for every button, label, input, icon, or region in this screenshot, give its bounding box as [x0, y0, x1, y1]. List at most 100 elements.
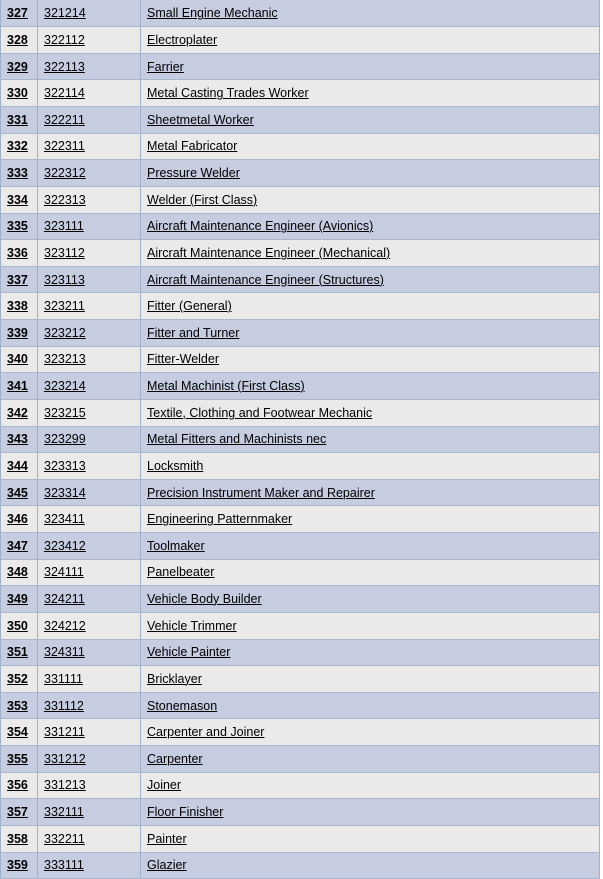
table-row[interactable]: 333 322312 Pressure Welder	[0, 159, 600, 187]
occupation-code-cell-text: 323213	[44, 352, 86, 367]
table-row[interactable]: 330 322114 Metal Casting Trades Worker	[0, 79, 600, 107]
occupation-code-cell-text: 321214	[44, 6, 86, 21]
occupation-title-cell: Sheetmetal Worker	[140, 106, 600, 134]
occupation-title-cell-text: Carpenter and Joiner	[147, 725, 265, 740]
occupation-title-cell-text: Bricklayer	[147, 671, 202, 686]
occupation-title-cell: Stonemason	[140, 692, 600, 720]
occupation-code-cell: 322114	[37, 79, 141, 107]
occupation-code-cell-text: 322211	[44, 112, 85, 127]
table-row[interactable]: 350 324212 Vehicle Trimmer	[0, 612, 600, 640]
occupation-title-cell-text: Textile, Clothing and Footwear Mechanic	[147, 405, 373, 420]
occupation-title-cell: Vehicle Painter	[140, 639, 600, 667]
occupation-code-cell: 332211	[37, 825, 141, 853]
occupation-code-cell-text: 322112	[44, 32, 85, 47]
occupation-title-cell: Small Engine Mechanic	[140, 0, 600, 28]
table-row[interactable]: 353 331112 Stonemason	[0, 692, 600, 720]
occupation-code-cell-text: 324212	[44, 618, 86, 633]
table-row[interactable]: 334 322313 Welder (First Class)	[0, 186, 600, 214]
table-row[interactable]: 339 323212 Fitter and Turner	[0, 319, 600, 347]
row-index-cell: 353	[0, 692, 38, 720]
occupation-title-cell: Aircraft Maintenance Engineer (Structure…	[140, 266, 600, 294]
table-row[interactable]: 344 323313 Locksmith	[0, 452, 600, 480]
table-row[interactable]: 343 323299 Metal Fitters and Machinists ne…	[0, 426, 600, 454]
row-index-cell-text: 332	[7, 139, 28, 154]
occupation-code-cell: 324212	[37, 612, 141, 640]
row-index-cell-text: 336	[7, 245, 28, 260]
occupation-title-cell: Panelbeater	[140, 559, 600, 587]
occupation-title-cell: Toolmaker	[140, 532, 600, 560]
table-row[interactable]: 335 323111 Aircraft Maintenance Engineer (…	[0, 213, 600, 241]
row-index-cell-text: 338	[7, 299, 28, 314]
table-row[interactable]: 352 331111 Bricklayer	[0, 665, 600, 693]
occupation-code-cell: 323412	[37, 532, 141, 560]
table-row[interactable]: 348 324111 Panelbeater	[0, 559, 600, 587]
occupation-title-cell-text: Precision Instrument Maker and Repairer	[147, 485, 375, 500]
table-row[interactable]: 328 322112 Electroplater	[0, 26, 600, 54]
row-index-cell-text: 339	[7, 325, 28, 340]
table-row[interactable]: 341 323214 Metal Machinist (First Class)	[0, 372, 600, 400]
occupation-code-cell-text: 323314	[44, 485, 86, 500]
occupation-code-cell-text: 331112	[44, 698, 84, 713]
row-index-cell: 334	[0, 186, 38, 214]
occupation-code-cell: 322113	[37, 53, 141, 81]
row-index-cell-text: 352	[7, 671, 28, 686]
row-index-cell: 356	[0, 772, 38, 800]
table-row[interactable]: 346 323411 Engineering Patternmaker	[0, 505, 600, 533]
table-row[interactable]: 345 323314 Precision Instrument Maker and …	[0, 479, 600, 507]
table-row[interactable]: 359 333111 Glazier	[0, 852, 600, 879]
occupation-title-cell: Pressure Welder	[140, 159, 600, 187]
occupation-code-cell: 323211	[37, 292, 141, 320]
occupation-code-cell: 324111	[37, 559, 141, 587]
occupation-title-cell-text: Pressure Welder	[147, 166, 240, 181]
occupation-title-cell: Engineering Patternmaker	[140, 505, 600, 533]
occupation-title-cell: Glazier	[140, 852, 600, 879]
row-index-cell-text: 337	[7, 272, 28, 287]
table-row[interactable]: 357 332111 Floor Finisher	[0, 798, 600, 826]
table-row[interactable]: 354 331211 Carpenter and Joiner	[0, 718, 600, 746]
row-index-cell: 345	[0, 479, 38, 507]
table-row[interactable]: 356 331213 Joiner	[0, 772, 600, 800]
occupation-code-cell: 322313	[37, 186, 141, 214]
occupation-title-cell: Metal Fitters and Machinists nec	[140, 426, 600, 454]
occupation-code-cell: 331211	[37, 718, 141, 746]
occupation-table-container: 327 321214 Small Engine Mechanic 328 322112 E…	[0, 0, 603, 879]
occupation-code-cell-text: 324111	[44, 565, 84, 580]
table-row[interactable]: 358 332211 Painter	[0, 825, 600, 853]
table-row[interactable]: 355 331212 Carpenter	[0, 745, 600, 773]
table-row[interactable]: 347 323412 Toolmaker	[0, 532, 600, 560]
table-row[interactable]: 336 323112 Aircraft Maintenance Engineer (…	[0, 239, 600, 267]
occupation-code-cell: 322112	[37, 26, 141, 54]
occupation-code-cell: 323214	[37, 372, 141, 400]
occupation-code-cell: 331111	[37, 665, 141, 693]
occupation-title-cell: Metal Fabricator	[140, 133, 600, 161]
row-index-cell-text: 334	[7, 192, 28, 207]
row-index-cell: 352	[0, 665, 38, 693]
occupation-code-cell-text: 323111	[44, 219, 84, 234]
row-index-cell: 355	[0, 745, 38, 773]
table-row[interactable]: 337 323113 Aircraft Maintenance Engineer (…	[0, 266, 600, 294]
row-index-cell: 357	[0, 798, 38, 826]
table-row[interactable]: 331 322211 Sheetmetal Worker	[0, 106, 600, 134]
table-row[interactable]: 332 322311 Metal Fabricator	[0, 133, 600, 161]
row-index-cell-text: 353	[7, 698, 28, 713]
occupation-code-cell: 323213	[37, 346, 141, 374]
occupation-title-cell-text: Sheetmetal Worker	[147, 112, 254, 127]
table-row[interactable]: 329 322113 Farrier	[0, 53, 600, 81]
table-row[interactable]: 349 324211 Vehicle Body Builder	[0, 585, 600, 613]
occupation-title-cell-text: Fitter-Welder	[147, 352, 220, 367]
table-row[interactable]: 340 323213 Fitter-Welder	[0, 346, 600, 374]
row-index-cell-text: 348	[7, 565, 28, 580]
occupation-title-cell-text: Aircraft Maintenance Engineer (Mechanica…	[147, 245, 391, 260]
table-row[interactable]: 351 324311 Vehicle Painter	[0, 639, 600, 667]
table-row[interactable]: 327 321214 Small Engine Mechanic	[0, 0, 600, 28]
row-index-cell: 338	[0, 292, 38, 320]
table-row[interactable]: 338 323211 Fitter (General)	[0, 292, 600, 320]
row-index-cell-text: 357	[7, 805, 28, 820]
occupation-title-cell-text: Farrier	[147, 59, 184, 74]
occupation-title-cell: Aircraft Maintenance Engineer (Mechanica…	[140, 239, 600, 267]
occupation-code-cell: 323111	[37, 213, 141, 241]
row-index-cell-text: 328	[7, 32, 28, 47]
occupation-title-cell-text: Vehicle Trimmer	[147, 618, 237, 633]
occupation-title-cell: Painter	[140, 825, 600, 853]
table-row[interactable]: 342 323215 Textile, Clothing and Footwear …	[0, 399, 600, 427]
